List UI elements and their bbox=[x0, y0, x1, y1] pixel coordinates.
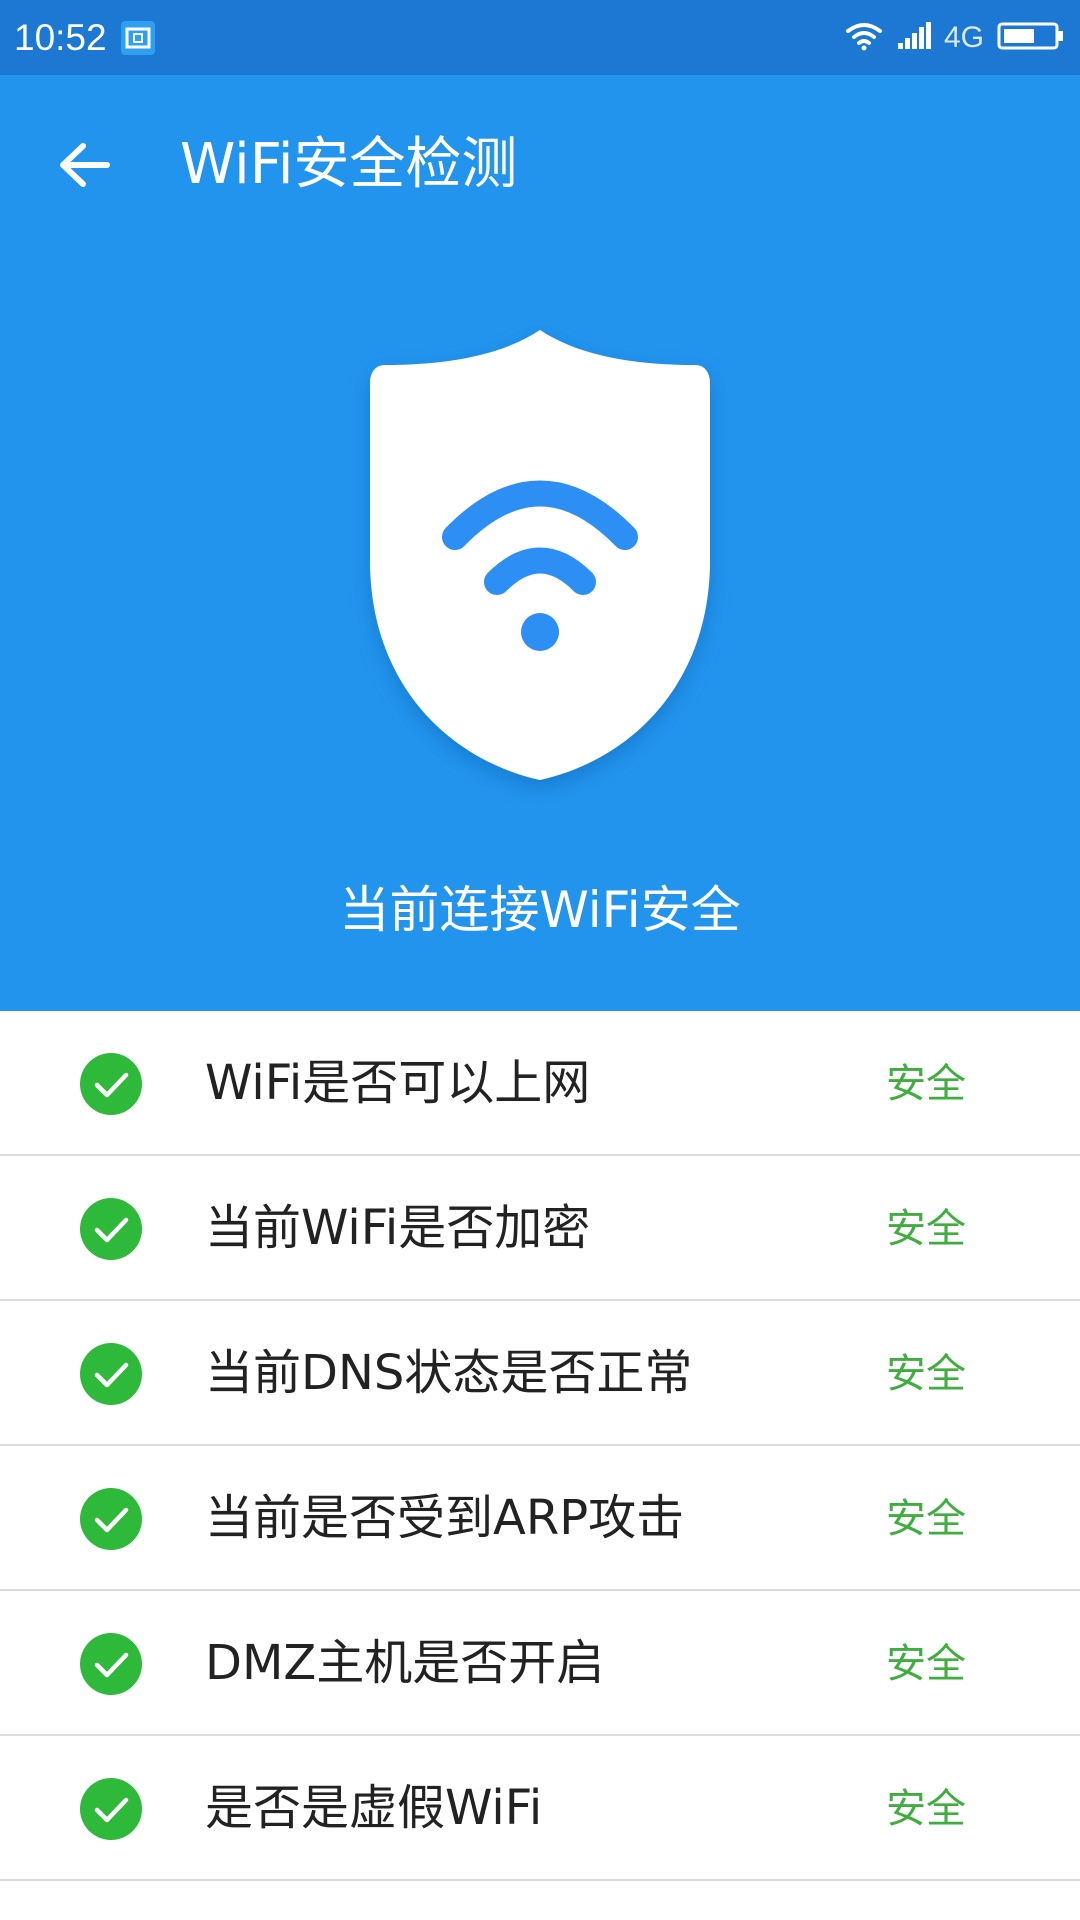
check-result: 安全 bbox=[886, 1351, 966, 1397]
list-item: 当前DNS状态是否正常 安全 bbox=[0, 1301, 1080, 1446]
header: WiFi安全检测 当前连接WiFi安全 bbox=[0, 75, 1080, 1011]
check-circle-icon bbox=[80, 1488, 142, 1550]
check-result: 安全 bbox=[886, 1641, 966, 1687]
check-circle-icon bbox=[80, 1343, 142, 1405]
connection-status-message: 当前连接WiFi安全 bbox=[339, 881, 741, 939]
page-title: WiFi安全检测 bbox=[180, 132, 518, 197]
list-item: WiFi是否可以上网 安全 bbox=[0, 1011, 1080, 1156]
check-label: 是否是虚假WiFi bbox=[205, 1780, 543, 1836]
signal-icon bbox=[896, 21, 932, 55]
check-label: WiFi是否可以上网 bbox=[205, 1055, 591, 1111]
status-time: 10:52 bbox=[14, 16, 107, 58]
security-check-list: WiFi是否可以上网 安全 当前WiFi是否加密 安全 当前DNS状态是否正常 … bbox=[0, 1011, 1080, 1881]
check-label: DMZ主机是否开启 bbox=[205, 1635, 605, 1691]
list-item: DMZ主机是否开启 安全 bbox=[0, 1591, 1080, 1736]
check-label: 当前是否受到ARP攻击 bbox=[205, 1490, 685, 1546]
check-result: 安全 bbox=[886, 1496, 966, 1542]
network-type: 4G bbox=[943, 20, 984, 54]
check-circle-icon bbox=[80, 1778, 142, 1840]
screenshot-icon bbox=[120, 20, 155, 55]
check-circle-icon bbox=[80, 1198, 142, 1260]
arrow-left-icon bbox=[60, 143, 110, 187]
list-item: 当前WiFi是否加密 安全 bbox=[0, 1156, 1080, 1301]
check-label: 当前WiFi是否加密 bbox=[205, 1200, 591, 1256]
check-result: 安全 bbox=[886, 1786, 966, 1832]
check-result: 安全 bbox=[886, 1061, 966, 1107]
status-bar: 10:52 4G bbox=[0, 0, 1080, 75]
check-circle-icon bbox=[80, 1053, 142, 1115]
check-result: 安全 bbox=[886, 1206, 966, 1252]
check-circle-icon bbox=[80, 1633, 142, 1695]
status-icons: 4G bbox=[844, 20, 1066, 56]
back-button[interactable] bbox=[50, 130, 120, 200]
list-item: 是否是虚假WiFi 安全 bbox=[0, 1736, 1080, 1881]
check-label: 当前DNS状态是否正常 bbox=[205, 1345, 693, 1401]
wifi-icon bbox=[844, 21, 884, 55]
list-item: 当前是否受到ARP攻击 安全 bbox=[0, 1446, 1080, 1591]
battery-icon bbox=[996, 20, 1066, 56]
shield-wifi-icon bbox=[330, 315, 750, 805]
